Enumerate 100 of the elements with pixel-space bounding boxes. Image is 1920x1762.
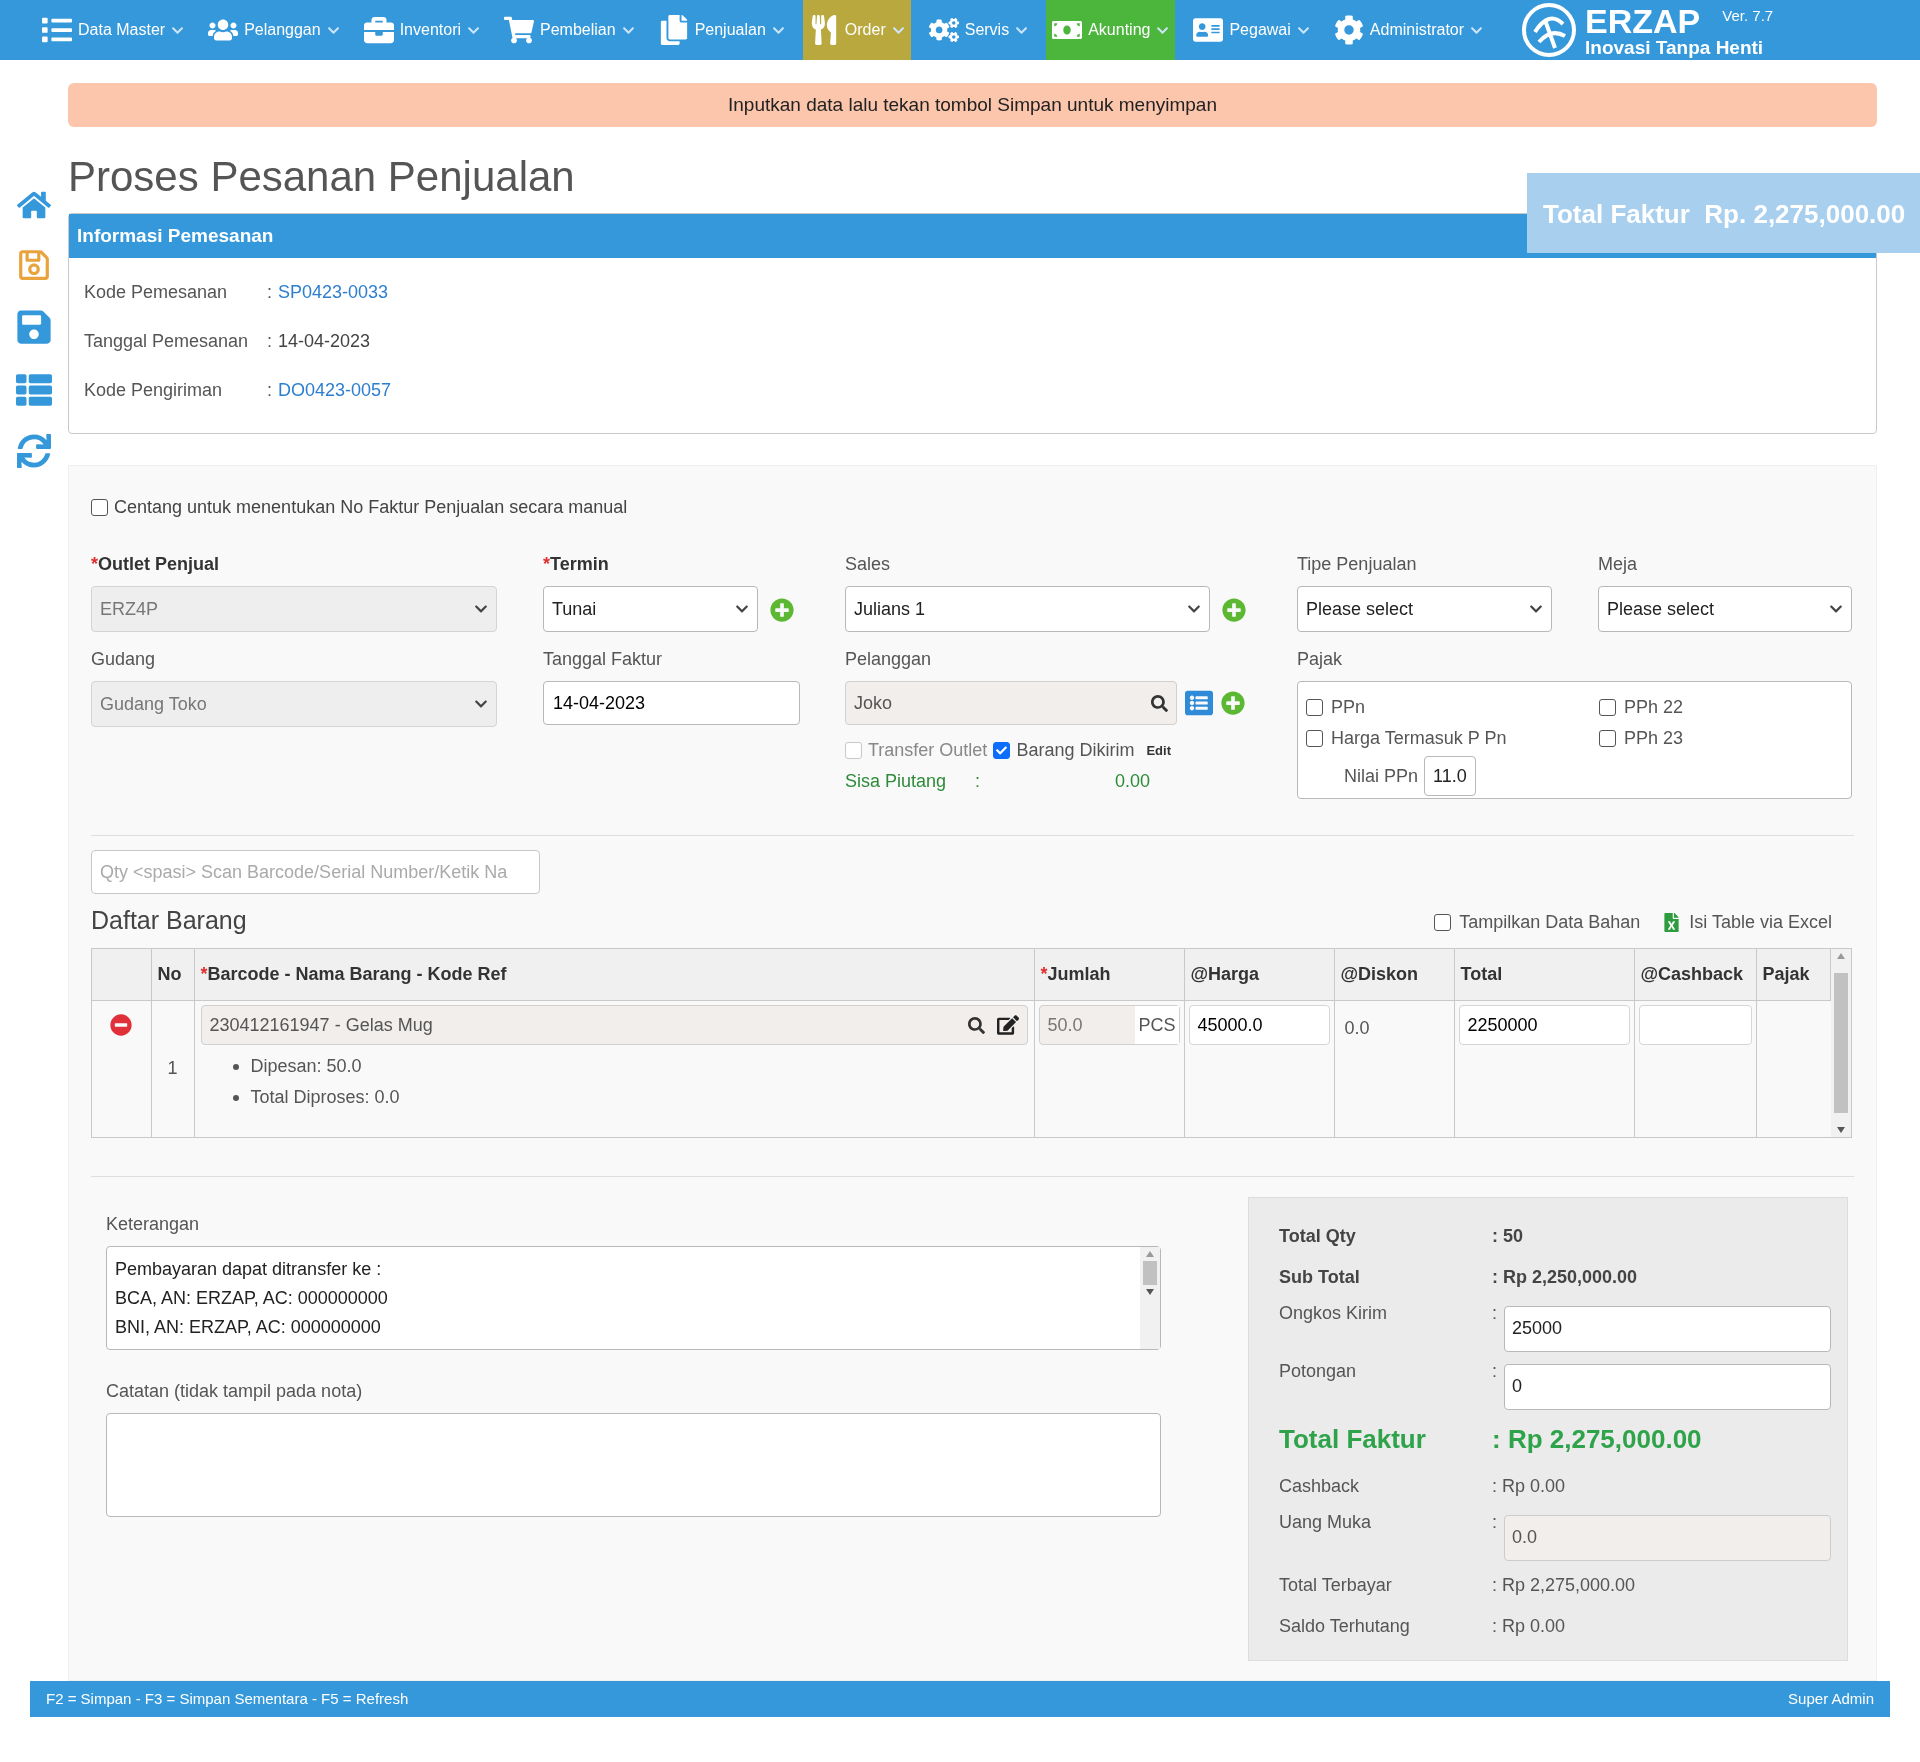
order-detail-item: Dipesan: 50.0 [232, 1053, 1028, 1080]
brand-tagline: Inovasi Tanpa Henti [1585, 37, 1765, 57]
column-header: *Barcode - Nama Barang - Kode Ref [194, 948, 1034, 1001]
add-icon[interactable] [1221, 691, 1245, 715]
customer-field[interactable]: Joko [845, 681, 1177, 725]
edit-icon[interactable] [996, 1014, 1019, 1036]
documents-icon [658, 15, 689, 45]
column-header: *Jumlah [1034, 948, 1184, 1001]
summary-label: Total Terbayar [1279, 1573, 1393, 1597]
goods-sent-checkbox[interactable] [993, 742, 1011, 759]
total-field[interactable]: 2250000 [1458, 1005, 1630, 1045]
ppn-field[interactable]: 11.0 [1424, 756, 1476, 796]
summary-field[interactable]: 0.0 [1503, 1514, 1831, 1561]
check-icon [996, 745, 1008, 756]
checkbox-label: Centang untuk menentukan No Faktur Penjualan secara manual [114, 496, 628, 519]
colon: : [1492, 1510, 1498, 1534]
info-label: Kode Pemesanan [84, 281, 229, 304]
brand-name: ERZAP [1585, 3, 1701, 38]
info-label: Kode Pengiriman [84, 379, 224, 402]
summary-value: : Rp 2,275,000.00 [1492, 1423, 1702, 1456]
summary-label: Total Faktur [1279, 1423, 1427, 1456]
scroll-up-icon[interactable] [1837, 952, 1845, 959]
summary-field[interactable]: 0 [1503, 1363, 1831, 1410]
scroll-down-icon[interactable] [1837, 1126, 1845, 1133]
column-header: Total [1454, 948, 1634, 1001]
show-materials-checkbox[interactable] [1434, 913, 1452, 931]
table-select[interactable]: Please select [1598, 586, 1852, 632]
summary-label: Potongan [1279, 1359, 1358, 1383]
summary-field[interactable]: 25000 [1503, 1305, 1831, 1352]
tax-checkbox[interactable] [1599, 730, 1616, 747]
discount-cell: 0.0 [1334, 1000, 1454, 1137]
invoice-date-field[interactable]: 14-04-2023 [543, 681, 800, 725]
memo-field[interactable] [106, 1412, 1161, 1517]
item-field[interactable]: 230412161947 - Gelas Mug [200, 1005, 1028, 1045]
checkbox-label: PPh 23 [1624, 727, 1684, 750]
summary-label: Cashback [1279, 1474, 1361, 1498]
remove-icon[interactable] [110, 1014, 133, 1037]
info-link[interactable]: DO0423-0057 [278, 377, 392, 404]
add-icon[interactable] [1222, 598, 1246, 622]
shortcut-hints: F2 = Simpan - F3 = Simpan Sementara - F5 = Refresh [46, 1688, 409, 1709]
field-label: Meja [1598, 553, 1638, 576]
field-label: Keterangan [106, 1212, 201, 1236]
scroll-thumb[interactable] [1834, 972, 1848, 1113]
quantity-field[interactable]: 50.0 PCS [1038, 1005, 1180, 1045]
colon: : [267, 281, 272, 304]
field-label: Pajak [1297, 648, 1344, 671]
field-label: *Termin [543, 553, 610, 576]
list-icon[interactable] [1185, 689, 1213, 717]
page-title: Proses Pesanan Penjualan [68, 152, 576, 202]
search-icon[interactable] [1151, 694, 1168, 712]
field-label: Tipe Penjualan [1297, 553, 1418, 576]
briefcase-icon [363, 15, 394, 45]
summary-label: Total Qty [1279, 1224, 1357, 1248]
column-header: Pajak [1756, 948, 1831, 1001]
field-label: Catatan (tidak tampil pada nota) [106, 1379, 364, 1403]
row-number: 1 [151, 1000, 194, 1137]
edit-link[interactable]: Edit [1146, 740, 1171, 761]
checkbox-label: Tampilkan Data Bahan [1459, 910, 1641, 934]
receivable-label: Sisa Piutang [845, 770, 948, 793]
summary-label: Saldo Terhutang [1279, 1614, 1411, 1638]
tax-checkbox[interactable] [1306, 699, 1323, 716]
field-label: Tanggal Faktur [543, 648, 664, 671]
checkbox-label: PPn [1331, 696, 1366, 719]
term-select[interactable]: Tunai [543, 586, 758, 632]
sales-select[interactable]: Julians 1 [845, 586, 1210, 632]
scrollbar[interactable] [1831, 948, 1851, 1137]
settings-icon [1333, 15, 1364, 45]
info-link[interactable]: SP0423-0033 [278, 279, 389, 306]
search-icon[interactable] [967, 1016, 985, 1034]
gears-icon [928, 15, 959, 45]
summary-value: : Rp 2,250,000.00 [1492, 1265, 1638, 1289]
summary-value: : Rp 0.00 [1492, 1474, 1566, 1498]
field-label: Sales [845, 553, 892, 576]
add-icon[interactable] [770, 598, 794, 622]
cashback-field[interactable] [1638, 1005, 1752, 1045]
sale-type-select[interactable]: Please select [1297, 586, 1552, 632]
column-header: @Harga [1184, 948, 1334, 1001]
column-header: @Cashback [1634, 948, 1756, 1001]
list-icon[interactable] [16, 372, 52, 408]
price-field[interactable]: 45000.0 [1188, 1005, 1330, 1045]
refresh-icon[interactable] [17, 434, 51, 468]
order-detail-item: Total Diproses: 0.0 [232, 1084, 1028, 1111]
manual-invoice-checkbox[interactable] [91, 499, 108, 516]
info-alert: Inputkan data lalu tekan tombol Simpan untuk menyimpan [68, 83, 1877, 127]
user-name: Super Admin [1788, 1688, 1874, 1709]
tax-checkbox[interactable] [1306, 730, 1323, 747]
colon: : [267, 330, 272, 353]
info-label: Tanggal Pemesanan [84, 330, 250, 353]
save-icon[interactable] [17, 248, 51, 282]
tax-checkbox[interactable] [1599, 699, 1616, 716]
id-card-icon [1193, 15, 1224, 45]
receivable-value: 0.00 [1115, 770, 1151, 793]
cart-icon [504, 15, 535, 45]
checkbox-label: Transfer Outlet [868, 739, 988, 762]
checkbox-label: Harga Termasuk P Pn [1331, 727, 1507, 750]
save-copy-icon[interactable] [15, 308, 53, 346]
colon: : [1492, 1359, 1498, 1383]
column-header: No [151, 948, 194, 1001]
excel-import-link[interactable]: Isi Table via Excel [1689, 908, 1832, 936]
info-value: 14-04-2023 [278, 330, 371, 353]
